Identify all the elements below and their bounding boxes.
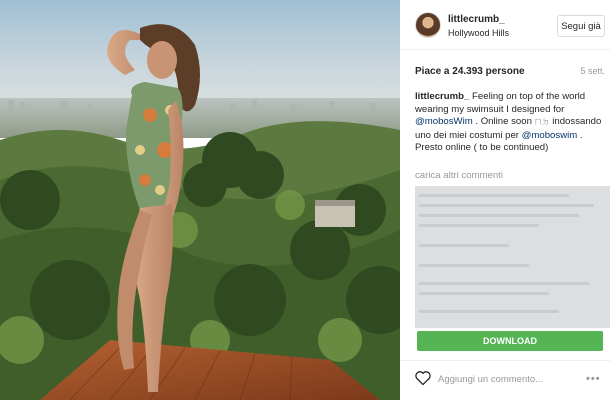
post-photo[interactable] xyxy=(0,0,400,400)
caption-text: . Online soon xyxy=(472,116,535,127)
comment-input[interactable] xyxy=(438,371,578,387)
likes-count[interactable]: Piace a 24.393 persone xyxy=(415,66,525,77)
comment-bar: ••• xyxy=(400,360,610,400)
heart-icon[interactable] xyxy=(414,370,432,386)
download-button[interactable]: DOWNLOAD xyxy=(417,331,603,351)
location[interactable]: Hollywood Hills xyxy=(448,28,509,38)
post-side-panel: littlecrumb_ Hollywood Hills Segui già P… xyxy=(400,0,610,400)
caption-symbols: ㄇㄉ xyxy=(534,119,550,126)
mention-link[interactable]: @mobosWim xyxy=(415,116,473,127)
avatar[interactable] xyxy=(415,12,441,38)
photo-image xyxy=(0,0,400,400)
post-header: littlecrumb_ Hollywood Hills Segui già xyxy=(400,0,610,50)
username[interactable]: littlecrumb_ xyxy=(448,14,505,25)
more-options-icon[interactable]: ••• xyxy=(586,373,601,385)
load-more-comments-link[interactable]: carica altri commenti xyxy=(415,170,503,181)
mention-link[interactable]: @moboswim xyxy=(522,130,578,141)
caption-username[interactable]: littlecrumb_ xyxy=(415,91,469,102)
comments-overlay xyxy=(415,186,610,328)
post-age[interactable]: 5 sett. xyxy=(580,66,605,76)
following-button[interactable]: Segui già xyxy=(557,15,605,37)
post-caption: littlecrumb_ Feeling on top of the world… xyxy=(415,91,603,155)
likes-row: Piace a 24.393 persone 5 sett. xyxy=(415,66,605,80)
